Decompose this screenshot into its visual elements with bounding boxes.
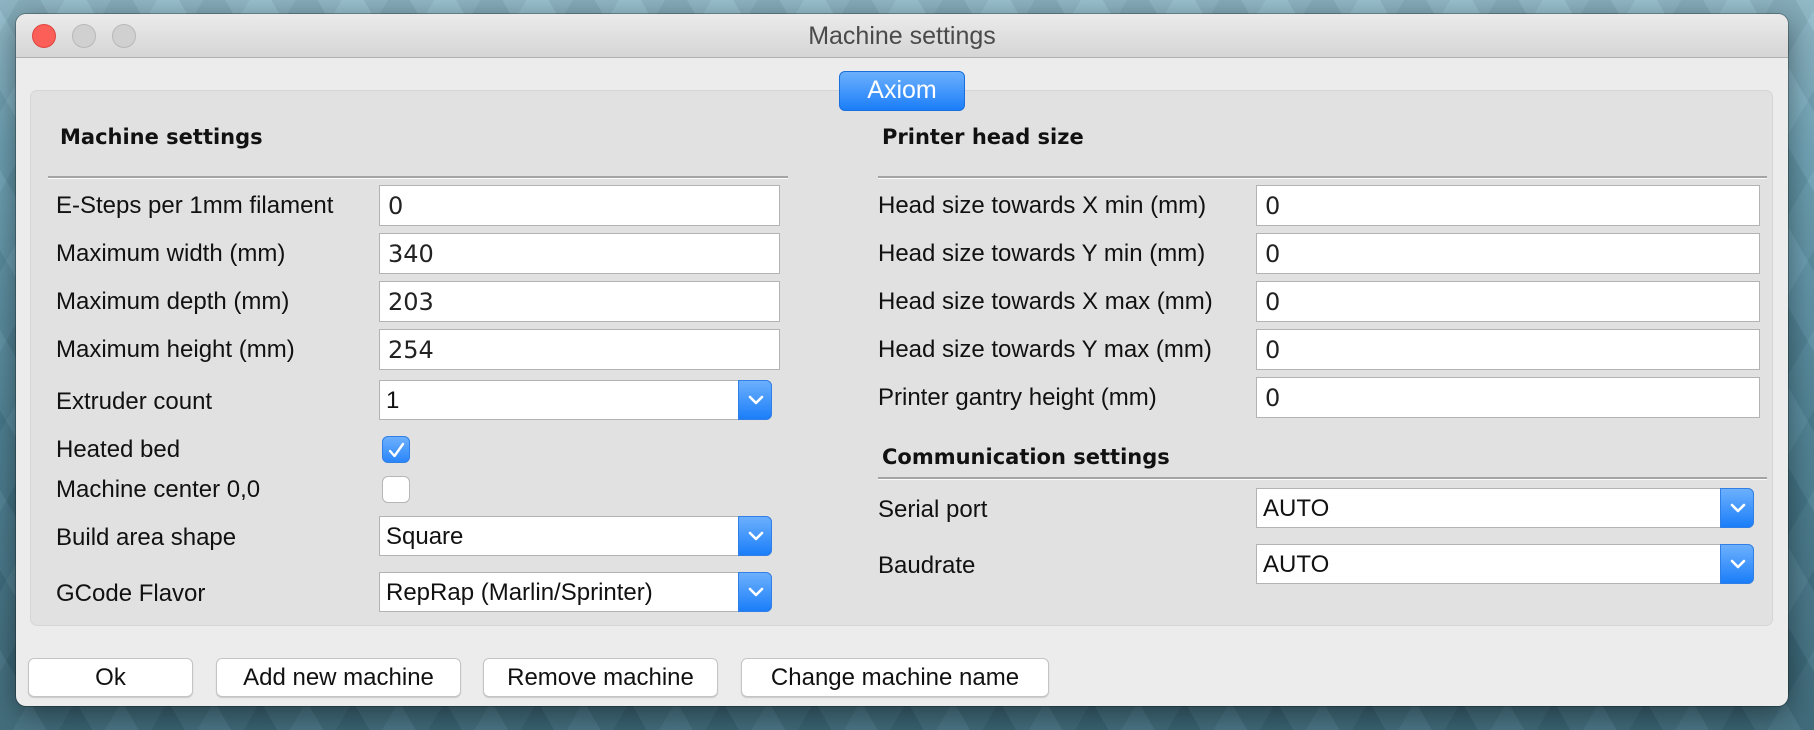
head-x-max-input[interactable]: 0 [1256,281,1760,322]
section-divider [48,176,788,179]
baudrate-select[interactable]: AUTO [1256,544,1754,584]
extruder-count-select[interactable]: 1 [379,380,772,420]
extruder-count-value: 1 [386,387,400,414]
head-x-max-label: Head size towards X max (mm) [878,288,1213,315]
machine-settings-heading: Machine settings [60,125,263,149]
chevron-down-icon[interactable] [1720,488,1754,528]
checkmark-icon [388,442,405,458]
gantry-height-label: Printer gantry height (mm) [878,384,1157,411]
build-area-shape-select[interactable]: Square [379,516,772,556]
section-divider [878,477,1767,480]
machine-settings-dialog: Machine settings Axiom Machine settings … [16,14,1788,706]
serial-port-select[interactable]: AUTO [1256,488,1754,528]
serial-port-value: AUTO [1263,495,1330,522]
title-bar[interactable]: Machine settings [16,14,1788,58]
build-area-shape-label: Build area shape [56,524,237,551]
machine-center-checkbox[interactable] [382,476,410,503]
communication-settings-heading: Communication settings [882,445,1170,469]
max-height-label: Maximum height (mm) [56,336,295,363]
baudrate-label: Baudrate [878,552,976,579]
ok-button[interactable]: Ok [28,658,193,697]
add-new-machine-button[interactable]: Add new machine [216,658,461,697]
max-depth-input[interactable]: 203 [379,281,780,322]
tab-axiom[interactable]: Axiom [839,71,965,111]
head-x-min-input[interactable]: 0 [1256,185,1760,226]
head-y-min-label: Head size towards Y min (mm) [878,240,1206,267]
extruder-count-label: Extruder count [56,388,213,415]
head-y-min-input[interactable]: 0 [1256,233,1760,274]
printer-head-size-heading: Printer head size [882,125,1084,149]
head-x-min-label: Head size towards X min (mm) [878,192,1207,219]
max-height-input[interactable]: 254 [379,329,780,370]
build-area-shape-value: Square [386,523,464,550]
head-y-max-input[interactable]: 0 [1256,329,1760,370]
chevron-down-icon[interactable] [738,572,772,612]
gcode-flavor-value: RepRap (Marlin/Sprinter) [386,579,653,606]
gcode-flavor-label: GCode Flavor [56,580,206,607]
serial-port-label: Serial port [878,496,988,523]
remove-machine-button[interactable]: Remove machine [483,658,718,697]
gcode-flavor-select[interactable]: RepRap (Marlin/Sprinter) [379,572,772,612]
max-depth-label: Maximum depth (mm) [56,288,290,315]
head-y-max-label: Head size towards Y max (mm) [878,336,1212,363]
heated-bed-label: Heated bed [56,436,181,463]
heated-bed-checkbox[interactable] [382,436,410,463]
window-title: Machine settings [808,22,996,50]
gantry-height-input[interactable]: 0 [1256,377,1760,418]
chevron-down-icon[interactable] [738,380,772,420]
baudrate-value: AUTO [1263,551,1330,578]
chevron-down-icon[interactable] [738,516,772,556]
esteps-label: E-Steps per 1mm filament [56,192,334,219]
max-width-label: Maximum width (mm) [56,240,286,267]
section-divider [878,176,1767,179]
esteps-input[interactable]: 0 [379,185,780,226]
machine-center-label: Machine center 0,0 [56,476,261,503]
max-width-input[interactable]: 340 [379,233,780,274]
change-machine-name-button[interactable]: Change machine name [741,658,1049,697]
chevron-down-icon[interactable] [1720,544,1754,584]
